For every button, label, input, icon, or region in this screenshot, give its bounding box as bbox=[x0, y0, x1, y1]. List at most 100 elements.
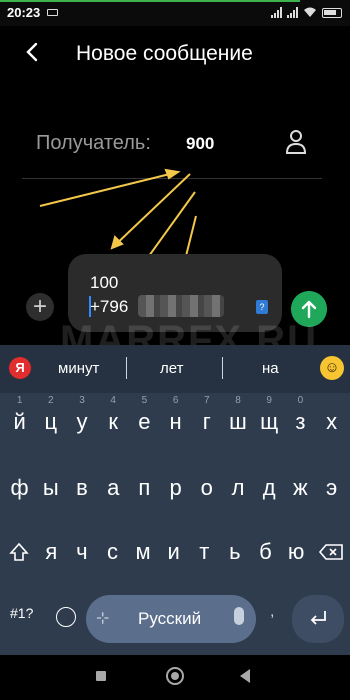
page-title: Новое сообщение bbox=[76, 42, 253, 65]
nav-back-button[interactable] bbox=[240, 669, 250, 683]
key-д[interactable]: д bbox=[254, 475, 285, 501]
globe-icon[interactable] bbox=[56, 607, 76, 627]
message-line-2: +796 bbox=[90, 297, 129, 316]
key-б[interactable]: б bbox=[250, 539, 281, 565]
key-label: э bbox=[325, 475, 338, 500]
back-button[interactable] bbox=[18, 38, 48, 68]
key-о[interactable]: о bbox=[191, 475, 222, 501]
key-label: ю bbox=[287, 539, 305, 564]
enter-key[interactable] bbox=[292, 595, 344, 643]
recipient-label: Получатель: bbox=[36, 132, 151, 154]
suggestion-divider bbox=[126, 357, 127, 379]
key-hint: 8 bbox=[235, 395, 241, 406]
key-label: ф bbox=[10, 475, 29, 500]
backspace-icon bbox=[318, 544, 343, 560]
attach-button[interactable]: + bbox=[26, 293, 54, 321]
key-label: к bbox=[108, 409, 118, 434]
key-в[interactable]: в bbox=[66, 475, 97, 501]
key-щ[interactable]: щ9 bbox=[254, 395, 285, 435]
key-с[interactable]: с bbox=[97, 539, 128, 565]
signal-icon-2 bbox=[287, 7, 298, 18]
signal-icon bbox=[271, 7, 282, 18]
space-key[interactable]: ⊹ Русский bbox=[86, 595, 256, 643]
key-ы[interactable]: ы bbox=[35, 475, 66, 501]
key-ч[interactable]: ч bbox=[67, 539, 98, 565]
wifi-icon bbox=[304, 7, 316, 17]
header: Новое сообщение bbox=[0, 30, 350, 80]
key-label: я bbox=[45, 539, 58, 564]
key-ф[interactable]: ф bbox=[4, 475, 35, 501]
key-label: й bbox=[13, 409, 26, 434]
key-ь[interactable]: ь bbox=[220, 539, 251, 565]
key-label: е bbox=[138, 409, 151, 434]
status-bar: 20:23 bbox=[0, 0, 350, 26]
plus-icon: + bbox=[32, 293, 47, 320]
shift-key[interactable] bbox=[8, 541, 30, 563]
key-а[interactable]: а bbox=[98, 475, 129, 501]
key-label: ж bbox=[293, 475, 308, 500]
status-time: 20:23 bbox=[7, 5, 41, 20]
key-label: м bbox=[135, 539, 151, 564]
key-hint: 0 bbox=[297, 395, 304, 406]
key-label: г bbox=[202, 409, 211, 434]
comma-key[interactable]: , bbox=[270, 603, 274, 621]
recent-apps-button[interactable] bbox=[96, 671, 106, 681]
key-э[interactable]: э bbox=[316, 475, 347, 501]
key-й[interactable]: й1 bbox=[4, 395, 35, 435]
suggestion-divider bbox=[222, 357, 223, 379]
microphone-icon[interactable] bbox=[234, 607, 244, 625]
key-и[interactable]: и bbox=[158, 539, 189, 565]
key-label: у bbox=[76, 409, 88, 434]
symbols-key[interactable]: #1? bbox=[10, 605, 33, 621]
loading-indicator bbox=[0, 0, 300, 2]
key-label: ы bbox=[42, 475, 59, 500]
key-label: в bbox=[76, 475, 88, 500]
key-ц[interactable]: ц2 bbox=[35, 395, 66, 435]
key-к[interactable]: к4 bbox=[98, 395, 129, 435]
key-ю[interactable]: ю bbox=[281, 539, 312, 565]
person-icon[interactable] bbox=[284, 128, 308, 156]
sim-badge[interactable]: ? bbox=[256, 300, 268, 314]
key-х[interactable]: х bbox=[316, 409, 347, 435]
key-ж[interactable]: ж bbox=[285, 475, 316, 501]
key-label: а bbox=[107, 475, 120, 500]
key-hint: 6 bbox=[172, 395, 179, 406]
key-label: л bbox=[231, 475, 245, 500]
yandex-logo-button[interactable]: Я bbox=[9, 357, 31, 379]
arrow-1-head bbox=[164, 168, 181, 180]
key-label: д bbox=[262, 475, 276, 500]
space-label: Русский bbox=[138, 609, 202, 628]
key-label: п bbox=[138, 475, 151, 500]
key-т[interactable]: т bbox=[189, 539, 220, 565]
key-label: ь bbox=[229, 539, 241, 564]
key-з[interactable]: з0 bbox=[285, 395, 316, 435]
key-label: ч bbox=[76, 539, 88, 564]
cursor-move-icon[interactable]: ⊹ bbox=[96, 608, 109, 628]
key-н[interactable]: н6 bbox=[160, 395, 191, 435]
key-р[interactable]: р bbox=[160, 475, 191, 501]
key-label: р bbox=[169, 475, 182, 500]
key-ш[interactable]: ш8 bbox=[222, 395, 253, 435]
arrow-2-head bbox=[110, 235, 124, 250]
home-button[interactable] bbox=[166, 667, 184, 685]
key-label: и bbox=[167, 539, 180, 564]
key-я[interactable]: я bbox=[36, 539, 67, 565]
recipient-value[interactable]: 900 bbox=[186, 134, 214, 154]
key-е[interactable]: е5 bbox=[129, 395, 160, 435]
key-п[interactable]: п bbox=[129, 475, 160, 501]
suggestion-3[interactable]: на bbox=[262, 360, 279, 377]
suggestion-2[interactable]: лет bbox=[160, 360, 183, 377]
key-л[interactable]: л bbox=[222, 475, 253, 501]
key-label: з bbox=[295, 409, 306, 434]
system-nav-bar bbox=[0, 655, 350, 700]
key-м[interactable]: м bbox=[128, 539, 159, 565]
status-icons bbox=[271, 7, 342, 18]
divider bbox=[22, 178, 322, 179]
suggestion-1[interactable]: минут bbox=[58, 360, 99, 377]
key-г[interactable]: г7 bbox=[191, 395, 222, 435]
emoji-button[interactable]: ☺ bbox=[320, 356, 344, 380]
key-у[interactable]: у3 bbox=[66, 395, 97, 435]
recipient-field[interactable]: Получатель: 900 bbox=[0, 122, 350, 168]
key-hint: 3 bbox=[79, 395, 85, 406]
backspace-key[interactable] bbox=[318, 541, 344, 563]
